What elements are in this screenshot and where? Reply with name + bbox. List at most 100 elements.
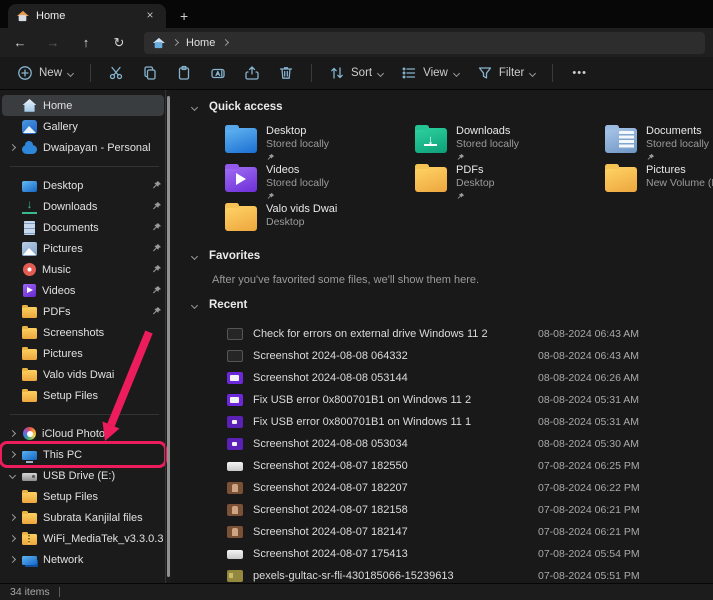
sidebar-item-screenshots[interactable]: Screenshots [2, 322, 164, 343]
paste-button[interactable] [169, 60, 199, 86]
cut-button[interactable] [101, 60, 131, 86]
expand-chevron-icon[interactable] [9, 556, 16, 563]
recent-file-row-screenshot-2024-08-08-053034[interactable]: Screenshot 2024-08-08 053034 08-08-2024 … [192, 433, 713, 455]
recent-file-row-check-for-errors-on-external-drive-windows-11-2[interactable]: Check for errors on external drive Windo… [192, 323, 713, 345]
sort-button[interactable]: Sort [322, 60, 390, 86]
sidebar-item-icon [22, 391, 37, 402]
recent-file-row-fix-usb-error-0x800701b1-on-windows-11-2[interactable]: Fix USB error 0x800701B1 on Windows 11 2… [192, 389, 713, 411]
breadcrumb-home[interactable]: Home [186, 37, 215, 49]
chevron-down-icon [67, 69, 74, 76]
expand-chevron-icon[interactable] [9, 472, 16, 479]
breadcrumb-chevron-icon [172, 39, 179, 46]
favorites-empty-text: After you've favorited some files, we'll… [212, 274, 713, 288]
refresh-button[interactable]: ↻ [106, 32, 132, 54]
pin-icon [151, 180, 162, 191]
view-icon [401, 65, 417, 81]
quick-access-tile-pictures[interactable]: Pictures New Volume (D:) [605, 161, 713, 200]
sidebar-item-pictures[interactable]: Pictures [2, 238, 164, 259]
sidebar-item-pdfs[interactable]: PDFs [2, 301, 164, 322]
recent-file-row-fix-usb-error-0x800701b1-on-windows-11-1[interactable]: Fix USB error 0x800701B1 on Windows 11 1… [192, 411, 713, 433]
sidebar-item-icon [22, 556, 37, 565]
share-button[interactable] [237, 60, 267, 86]
share-icon [244, 65, 260, 81]
recent-file-row-screenshot-2024-08-08-053144[interactable]: Screenshot 2024-08-08 053144 08-08-2024 … [192, 367, 713, 389]
rename-button[interactable] [203, 60, 233, 86]
sidebar-item-this-pc[interactable]: This PC [2, 444, 164, 465]
new-button[interactable]: New [10, 60, 80, 86]
recent-file-row-screenshot-2024-08-07-182207[interactable]: Screenshot 2024-08-07 182207 07-08-2024 … [192, 477, 713, 499]
quick-access-tile-videos[interactable]: Videos Stored locally [225, 161, 415, 200]
expand-chevron-icon[interactable] [9, 430, 16, 437]
view-button[interactable]: View [394, 60, 466, 86]
address-bar[interactable]: Home [144, 32, 705, 54]
chevron-down-icon [453, 69, 460, 76]
file-thumbnail [227, 416, 243, 428]
expand-chevron-icon[interactable] [9, 144, 16, 151]
new-tab-button[interactable]: + [180, 8, 188, 24]
breadcrumb-home-icon [153, 37, 164, 47]
recent-file-row-screenshot-2024-08-07-182158[interactable]: Screenshot 2024-08-07 182158 07-08-2024 … [192, 499, 713, 521]
recent-file-row-screenshot-2024-08-07-175413[interactable]: Screenshot 2024-08-07 175413 07-08-2024 … [192, 543, 713, 565]
quick-access-grid: Desktop Stored locally Downloads Stored … [225, 122, 713, 239]
recent-file-row-screenshot-2024-08-07-182147[interactable]: Screenshot 2024-08-07 182147 07-08-2024 … [192, 521, 713, 543]
expand-chevron-icon[interactable] [9, 535, 16, 542]
item-count: 34 items [10, 586, 50, 598]
pane-splitter[interactable] [165, 90, 166, 583]
folder-icon [225, 128, 257, 153]
more-options-button[interactable]: ••• [563, 62, 596, 84]
sidebar-item-desktop[interactable]: Desktop [2, 175, 164, 196]
quick-access-tile-downloads[interactable]: Downloads Stored locally [415, 122, 605, 161]
quick-access-header: Quick access [192, 98, 713, 116]
sidebar-item-pictures[interactable]: Pictures [2, 343, 164, 364]
sidebar-item-dwaipayan-personal[interactable]: Dwaipayan - Personal [2, 137, 164, 158]
sidebar-item-home[interactable]: Home [2, 95, 164, 116]
sidebar-item-gallery[interactable]: Gallery [2, 116, 164, 137]
sidebar-item-setup-files[interactable]: Setup Files [2, 486, 164, 507]
content-pane: Quick access Desktop Stored locally [171, 90, 713, 583]
sidebar-item-network[interactable]: Network [2, 549, 164, 570]
tab-close-icon[interactable]: × [142, 8, 158, 24]
recent-file-row-screenshot-2024-08-07-182550[interactable]: Screenshot 2024-08-07 182550 07-08-2024 … [192, 455, 713, 477]
sidebar-item-subrata-kanjilal-files[interactable]: Subrata Kanjilal files [2, 507, 164, 528]
up-button[interactable]: ↑ [73, 32, 99, 54]
navigation-bar: ← → ↑ ↻ Home [0, 28, 713, 57]
sidebar-item-music[interactable]: Music [2, 259, 164, 280]
file-thumbnail [227, 570, 243, 582]
expand-chevron-icon[interactable] [9, 514, 16, 521]
sidebar-item-valo-vids-dwai[interactable]: Valo vids Dwai [2, 364, 164, 385]
status-bar: 34 items [0, 583, 713, 600]
collapse-chevron-icon[interactable] [191, 301, 198, 308]
breadcrumb-chevron-icon[interactable] [222, 39, 229, 46]
quick-access-tile-pdfs[interactable]: PDFs Desktop [415, 161, 605, 200]
sidebar-item-icon [22, 370, 37, 381]
sidebar-item-videos[interactable]: Videos [2, 280, 164, 301]
back-button[interactable]: ← [7, 32, 33, 54]
window-body: Home Gallery Dwaipayan - Personal [0, 90, 713, 583]
forward-button[interactable]: → [40, 32, 66, 54]
sidebar-item-usb-drive-e[interactable]: USB Drive (E:) [2, 465, 164, 486]
filter-button[interactable]: Filter [470, 60, 543, 86]
sidebar-item-setup-files[interactable]: Setup Files [2, 385, 164, 406]
quick-access-tile-desktop[interactable]: Desktop Stored locally [225, 122, 415, 161]
sidebar-item-icloud-photos[interactable]: iCloud Photos [2, 423, 164, 444]
file-thumbnail [227, 504, 243, 516]
delete-button[interactable] [271, 60, 301, 86]
sidebar-item-downloads[interactable]: Downloads [2, 196, 164, 217]
sidebar-item-wifi-mediatek-v3-3-0-350[interactable]: WiFi_MediaTek_v3.3.0.350 [2, 528, 164, 549]
recent-file-row-screenshot-2024-08-08-064332[interactable]: Screenshot 2024-08-08 064332 08-08-2024 … [192, 345, 713, 367]
file-thumbnail [227, 550, 243, 559]
sidebar-group-devices: iCloud Photos This PC USB Drive (E:) [0, 423, 171, 570]
expand-chevron-icon[interactable] [9, 451, 16, 458]
quick-access-tile-documents[interactable]: Documents Stored locally [605, 122, 713, 161]
copy-button[interactable] [135, 60, 165, 86]
collapse-chevron-icon[interactable] [191, 103, 198, 110]
pin-icon [151, 222, 162, 233]
tab-home[interactable]: Home × [8, 4, 166, 28]
sidebar-scrollbar[interactable] [167, 96, 170, 577]
sidebar-item-documents[interactable]: Documents [2, 217, 164, 238]
quick-access-tile-valo-vids-dwai[interactable]: Valo vids Dwai Desktop [225, 200, 415, 239]
file-thumbnail [227, 482, 243, 494]
recent-file-row-pexels-gultac-sr-fli-430185066-15239613[interactable]: pexels-gultac-sr-fli-430185066-15239613 … [192, 565, 713, 583]
collapse-chevron-icon[interactable] [191, 252, 198, 259]
sidebar-item-icon [22, 99, 37, 113]
